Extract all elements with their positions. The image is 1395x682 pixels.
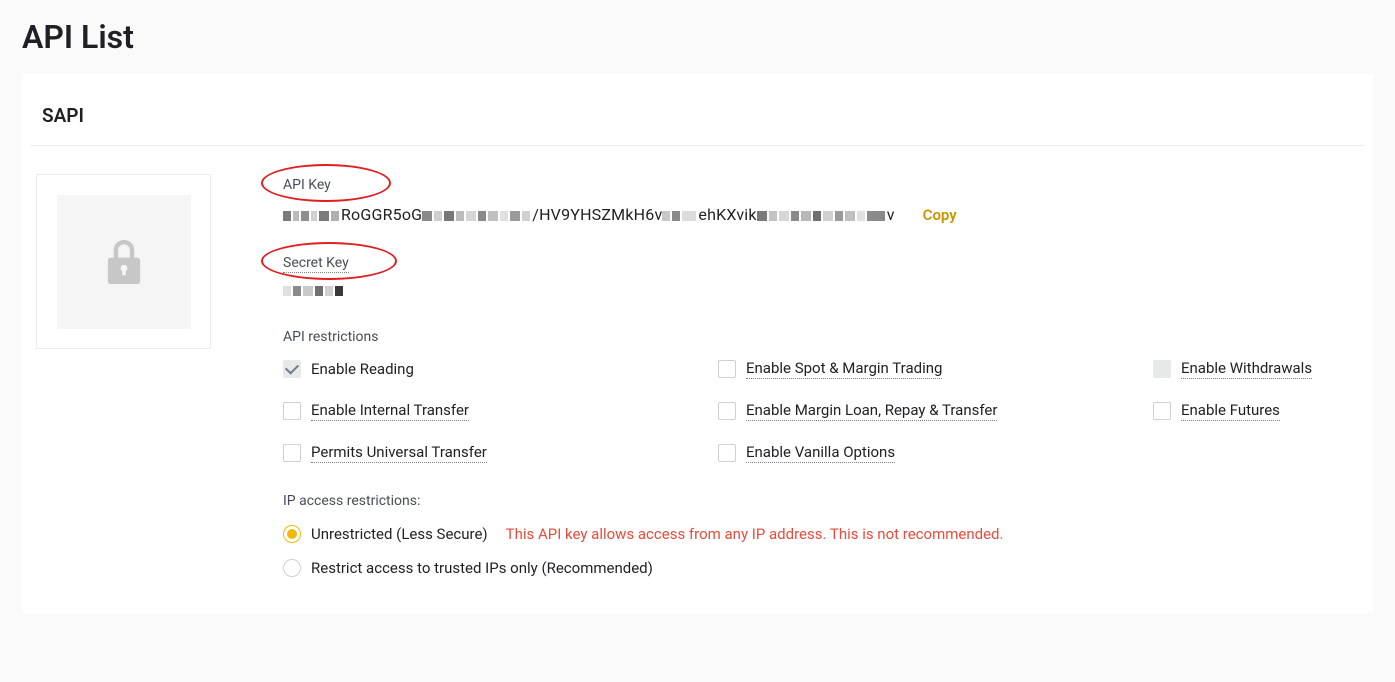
- checkbox-icon[interactable]: [1153, 402, 1171, 420]
- checkbox-icon[interactable]: [1153, 360, 1171, 378]
- qr-box: [36, 174, 211, 349]
- ip-access-label: IP access restrictions:: [283, 493, 1359, 509]
- restriction-checkbox[interactable]: Enable Futures: [1153, 401, 1359, 421]
- ip-access-option-label: Restrict access to trusted IPs only (Rec…: [311, 559, 653, 577]
- restrictions-label: API restrictions: [283, 329, 1359, 345]
- restriction-label: Permits Universal Transfer: [311, 443, 487, 463]
- page-title: API List: [0, 0, 1395, 74]
- ip-access-section: IP access restrictions: Unrestricted (Le…: [283, 493, 1359, 577]
- restriction-label: Enable Spot & Margin Trading: [746, 359, 942, 379]
- secret-key-block: Secret Key: [283, 252, 1359, 299]
- restriction-checkbox[interactable]: Permits Universal Transfer: [283, 443, 718, 463]
- redacted-icon: [757, 209, 887, 223]
- ip-access-warning: This API key allows access from any IP a…: [506, 525, 1004, 543]
- restrictions-grid: Enable Reading Enable Spot & Margin Tradi…: [283, 359, 1359, 463]
- card-body: API Key RoGGR5oG/HV9YHSZMkH6v ehKXvik v Co…: [22, 146, 1373, 613]
- checkbox-icon[interactable]: [718, 402, 736, 420]
- restriction-label: Enable Margin Loan, Repay & Transfer: [746, 401, 997, 421]
- restriction-checkbox[interactable]: Enable Withdrawals: [1153, 359, 1359, 379]
- api-card: SAPI API Key RoGGR5oG/HV9YHSZMkH6v ehKXvi…: [22, 74, 1373, 613]
- restriction-label: Enable Futures: [1181, 401, 1280, 421]
- restriction-checkbox[interactable]: Enable Internal Transfer: [283, 401, 718, 421]
- redacted-icon: [283, 284, 345, 298]
- radio-icon[interactable]: [283, 559, 301, 577]
- checkbox-icon[interactable]: [718, 360, 736, 378]
- restriction-label: Enable Internal Transfer: [311, 401, 469, 421]
- redacted-icon: [662, 209, 698, 223]
- restriction-checkbox[interactable]: Enable Margin Loan, Repay & Transfer: [718, 401, 1153, 421]
- api-key-label: API Key: [283, 177, 331, 193]
- restriction-label: Enable Withdrawals: [1181, 359, 1312, 379]
- checkbox-icon[interactable]: [718, 444, 736, 462]
- restriction-label: Enable Vanilla Options: [746, 443, 895, 463]
- ip-access-option[interactable]: Restrict access to trusted IPs only (Rec…: [283, 559, 1359, 577]
- checkbox-icon[interactable]: [283, 444, 301, 462]
- radio-icon[interactable]: [283, 525, 301, 543]
- qr-inner: [57, 195, 191, 329]
- api-key-row: RoGGR5oG/HV9YHSZMkH6v ehKXvik v Copy: [283, 205, 1359, 224]
- api-key-fragment: ehKXvik: [698, 205, 756, 224]
- ip-access-option[interactable]: Unrestricted (Less Secure) This API key a…: [283, 525, 1359, 543]
- lock-icon: [106, 240, 142, 284]
- restriction-label: Enable Reading: [311, 360, 414, 379]
- restriction-checkbox[interactable]: Enable Spot & Margin Trading: [718, 359, 1153, 379]
- card-header: SAPI: [30, 74, 1365, 146]
- content-column: API Key RoGGR5oG/HV9YHSZMkH6v ehKXvik v Co…: [211, 174, 1359, 577]
- checkbox-icon[interactable]: [283, 402, 301, 420]
- redacted-icon: [283, 209, 341, 223]
- restriction-checkbox[interactable]: Enable Vanilla Options: [718, 443, 1153, 463]
- api-key-fragment: /HV9YHSZMkH6v: [532, 205, 662, 224]
- ip-access-option-label: Unrestricted (Less Secure): [311, 525, 488, 543]
- checkbox-icon[interactable]: [283, 360, 301, 378]
- redacted-icon: [422, 209, 532, 223]
- secret-key-value: [283, 283, 1359, 299]
- api-key-value: RoGGR5oG/HV9YHSZMkH6v ehKXvik v: [283, 205, 895, 224]
- api-key-fragment: RoGGR5oG: [341, 205, 422, 224]
- restriction-checkbox[interactable]: Enable Reading: [283, 359, 718, 379]
- secret-key-label: Secret Key: [283, 255, 349, 273]
- copy-button[interactable]: Copy: [923, 206, 957, 224]
- api-key-fragment: v: [887, 205, 895, 224]
